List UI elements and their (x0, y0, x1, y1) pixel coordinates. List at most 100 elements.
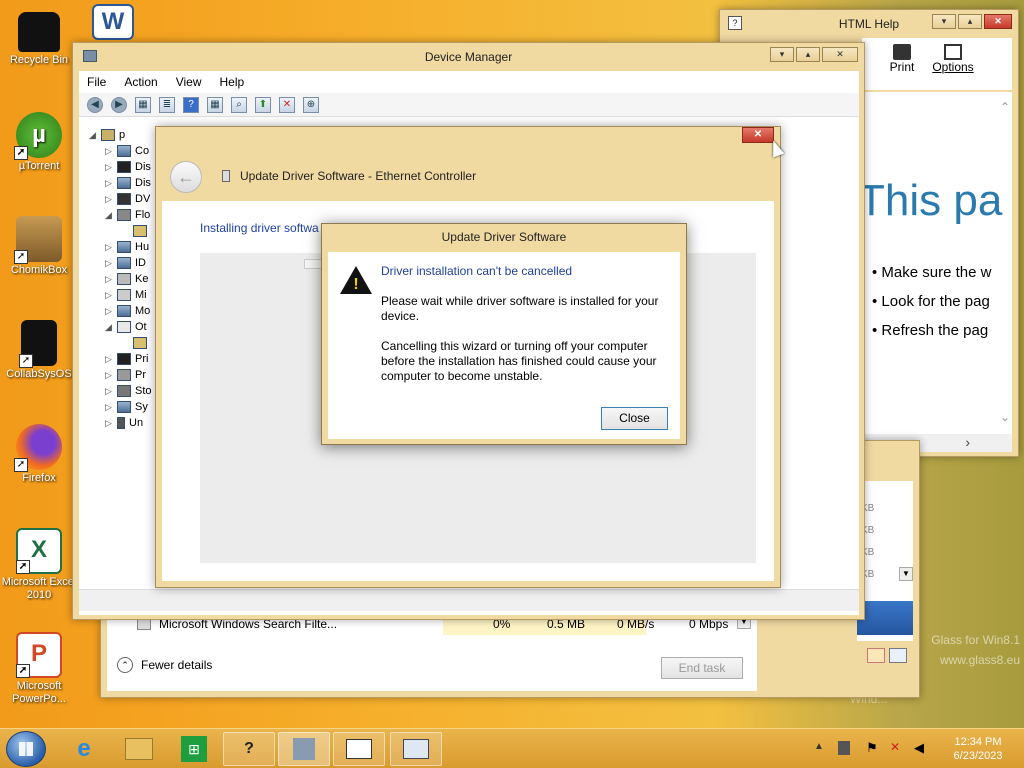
dialog-titlebar[interactable]: Update Driver Software (322, 224, 686, 250)
desktop-icon-chomikbox[interactable]: ➚ ChomikBox (0, 216, 78, 277)
tree-item[interactable]: ▷ Mi (105, 287, 147, 303)
start-button[interactable] (6, 731, 46, 767)
menu-action[interactable]: Action (124, 75, 157, 89)
tree-expander[interactable]: ◢ (105, 322, 117, 333)
close-dialog-button[interactable]: Close (601, 407, 668, 430)
taskbar-help-button[interactable]: ? (223, 732, 275, 766)
fewer-details-button[interactable]: ⌃ Fewer details (117, 657, 212, 673)
scan-hardware-icon[interactable]: ⌕ (231, 96, 247, 113)
back-arrow-icon[interactable]: ← (170, 161, 202, 193)
help-bullet-text: Make sure the w (881, 264, 992, 281)
tree-item[interactable]: ▷ Sto (105, 383, 152, 399)
maximize-button[interactable]: ▴ (796, 47, 820, 62)
tree-item[interactable]: ▷ Sy (105, 399, 148, 415)
graph-view-icon[interactable] (889, 648, 907, 663)
back-arrow-icon[interactable]: ◀ (87, 96, 103, 113)
tree-expander[interactable]: ▷ (105, 242, 117, 253)
tree-expander[interactable]: ▷ (105, 290, 117, 301)
tree-item[interactable]: ◢ Ot (105, 319, 147, 335)
taskbar-performance-button[interactable] (390, 732, 442, 766)
taskbar-ie-button[interactable]: e (58, 732, 110, 766)
tray-flag-icon[interactable]: ⚑ (866, 740, 878, 756)
view-switch-icons[interactable] (867, 648, 911, 664)
menu-file[interactable]: File (87, 75, 106, 89)
close-button[interactable]: ✕ (742, 127, 774, 143)
help-icon[interactable]: ? (183, 96, 199, 113)
tree-view-icon[interactable]: ▦ (135, 96, 151, 113)
tree-item[interactable]: ▷ Hu (105, 239, 149, 255)
tree-item[interactable]: ▷ Mo (105, 303, 150, 319)
scroll-right-icon[interactable]: › (965, 434, 970, 450)
tree-expander[interactable]: ▷ (105, 258, 117, 269)
tree-item[interactable]: ▷ Un (105, 415, 143, 431)
tray-volume-icon[interactable]: ◀ (914, 740, 924, 756)
tree-item[interactable]: ▷ ID (105, 255, 146, 271)
tree-expander[interactable]: ▷ (105, 306, 117, 317)
tree-expander[interactable]: ▷ (105, 162, 117, 173)
desktop-icon-recycle-bin[interactable]: Recycle Bin (0, 8, 78, 67)
tree-expander[interactable]: ◢ (105, 210, 117, 221)
scroll-down-icon[interactable]: ▼ (899, 567, 913, 581)
taskbar-task-manager-button[interactable] (333, 732, 385, 766)
device-manager-titlebar[interactable]: Device Manager ▾ ▴ ✕ (73, 43, 864, 71)
tree-item[interactable]: ◢ p (89, 127, 125, 143)
minimize-button[interactable]: ▾ (770, 47, 794, 62)
tree-item[interactable]: ◢ Flo (105, 207, 150, 223)
tree-expander[interactable]: ▷ (105, 370, 117, 381)
tree-item[interactable]: ▷ Dis (105, 159, 151, 175)
print-button[interactable]: Print (882, 44, 922, 74)
view-icon[interactable]: ▦ (207, 96, 223, 113)
uninstall-icon[interactable]: ✕ (279, 96, 295, 113)
properties-icon[interactable]: ≣ (159, 96, 175, 113)
desktop-icon-firefox[interactable]: ➚ Firefox (0, 424, 78, 485)
close-button[interactable]: ✕ (822, 47, 858, 62)
end-task-button[interactable]: End task (661, 657, 743, 679)
tree-item[interactable]: ▷ DV (105, 191, 150, 207)
menu-help[interactable]: Help (220, 75, 245, 89)
tree-item[interactable]: ▷ Ke (105, 271, 148, 287)
taskbar-store-button[interactable]: ⊞ (168, 732, 220, 766)
tray-clock[interactable]: 12:34 PM 6/23/2023 (946, 735, 1010, 763)
forward-arrow-icon[interactable]: ▶ (111, 96, 127, 113)
firefox-icon: ➚ (14, 424, 62, 472)
minimize-button[interactable]: ▾ (932, 14, 956, 29)
tree-expander[interactable]: ▷ (105, 418, 117, 429)
update-driver-icon[interactable]: ⬆ (255, 96, 271, 113)
close-button[interactable]: ✕ (984, 14, 1012, 29)
tree-expander[interactable]: ▷ (105, 178, 117, 189)
desktop-icon-word[interactable]: W (78, 4, 148, 42)
tree-expander[interactable]: ◢ (89, 130, 101, 141)
scroll-down-icon[interactable]: ⌄ (1000, 410, 1010, 424)
tree-item[interactable]: ▷ Co (105, 143, 149, 159)
taskbar-explorer-button[interactable] (113, 732, 165, 766)
tree-expander[interactable]: ▷ (105, 146, 117, 157)
tree-expander[interactable]: ▷ (105, 274, 117, 285)
details-view-icon[interactable] (867, 648, 885, 663)
task-list-icon (346, 738, 372, 759)
tree-item[interactable] (121, 223, 151, 239)
tree-item[interactable]: ▷ Pr (105, 367, 146, 383)
desktop-icon-powerpoint[interactable]: P ➚ Microsoft PowerPo... (0, 632, 78, 706)
options-button[interactable]: Options (928, 44, 978, 74)
taskbar-device-manager-button[interactable] (278, 732, 330, 766)
desktop-icon-excel[interactable]: X ➚ Microsoft Excel 2010 (0, 528, 78, 602)
tree-item[interactable] (121, 335, 151, 351)
html-help-titlebar[interactable]: ? HTML Help ▾ ▴ ✕ (720, 10, 1018, 38)
tree-label: Un (129, 417, 144, 429)
tree-expander[interactable]: ▷ (105, 354, 117, 365)
tree-item[interactable]: ▷ Pri (105, 351, 148, 367)
maximize-button[interactable]: ▴ (958, 14, 982, 29)
desktop-icon-utorrent[interactable]: µ ➚ µTorrent (0, 112, 78, 173)
cannot-cancel-dialog[interactable]: Update Driver Software ! Driver installa… (321, 223, 687, 445)
desktop-icon-collabsysos[interactable]: ➚ CollabSysOS (0, 320, 78, 381)
tree-expander[interactable]: ▷ (105, 386, 117, 397)
tray-overflow-icon[interactable]: ▲ (814, 741, 824, 752)
tray-network-icon[interactable]: ✕ (890, 740, 900, 754)
tree-expander[interactable]: ▷ (105, 194, 117, 205)
tree-item[interactable]: ▷ Dis (105, 175, 151, 191)
menu-view[interactable]: View (176, 75, 202, 89)
scroll-up-icon[interactable]: ⌃ (1000, 100, 1010, 114)
tray-keyboard-icon[interactable] (838, 741, 850, 755)
tree-expander[interactable]: ▷ (105, 402, 117, 413)
enable-device-icon[interactable]: ⊕ (303, 96, 319, 113)
